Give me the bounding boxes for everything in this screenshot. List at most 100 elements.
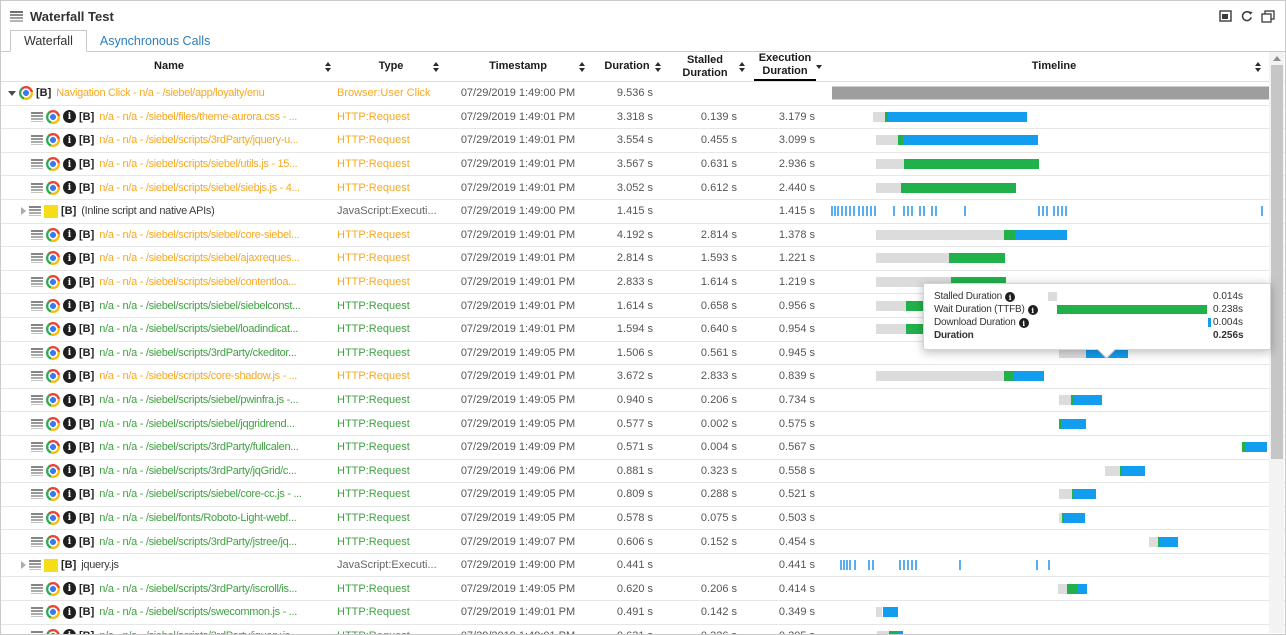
sort-icon[interactable] — [325, 62, 331, 72]
timeline-cell[interactable] — [823, 82, 1285, 105]
timeline-cell[interactable] — [823, 530, 1285, 553]
table-row[interactable]: [B] n/a - n/a - /siebel/scripts/3rdParty… — [1, 530, 1285, 554]
browser-badge: [B] — [79, 536, 94, 548]
row-name[interactable]: n/a - n/a - /siebel/scripts/3rdParty/jst… — [99, 536, 296, 548]
table-row[interactable]: [B] jquery.js JavaScript:Executi... 07/2… — [1, 554, 1285, 578]
sort-icon[interactable] — [433, 62, 439, 72]
timeline-bar-segment — [949, 253, 1005, 263]
tab-asynchronous-calls[interactable]: Asynchronous Calls — [87, 31, 223, 51]
column-header-duration[interactable]: Duration — [591, 52, 663, 81]
table-row[interactable]: [B] n/a - n/a - /siebel/scripts/siebel/u… — [1, 153, 1285, 177]
row-name[interactable]: n/a - n/a - /siebel/scripts/siebel/jqgri… — [99, 418, 294, 430]
table-row[interactable]: [B] n/a - n/a - /siebel/files/theme-auro… — [1, 106, 1285, 130]
column-header-timeline[interactable]: Timeline — [823, 52, 1285, 81]
row-execution-duration: 0.414 s — [747, 583, 823, 595]
table-row[interactable]: [B] n/a - n/a - /siebel/fonts/Roboto-Lig… — [1, 507, 1285, 531]
row-name[interactable]: (Inline script and native APIs) — [81, 205, 214, 217]
table-row[interactable]: [B] n/a - n/a - /siebel/scripts/siebel/c… — [1, 483, 1285, 507]
table-row[interactable]: [B] n/a - n/a - /siebel/scripts/core-sha… — [1, 365, 1285, 389]
timeline-cell[interactable] — [823, 577, 1285, 600]
table-row[interactable]: [B] n/a - n/a - /siebel/scripts/siebel/a… — [1, 247, 1285, 271]
table-row[interactable]: [B] n/a - n/a - /siebel/scripts/siebel/s… — [1, 176, 1285, 200]
row-name[interactable]: n/a - n/a - /siebel/scripts/3rdParty/cke… — [99, 347, 296, 359]
timeline-cell[interactable] — [823, 365, 1285, 388]
timeline-cell[interactable] — [823, 176, 1285, 199]
row-name[interactable]: n/a - n/a - /siebel/fonts/Roboto-Light-w… — [99, 512, 296, 524]
row-name[interactable]: n/a - n/a - /siebel/scripts/siebel/pwinf… — [99, 394, 298, 406]
row-name[interactable]: n/a - n/a - /siebel/scripts/3rdParty/isc… — [99, 583, 297, 595]
row-name[interactable]: n/a - n/a - /siebel/scripts/swecommon.js… — [99, 606, 297, 618]
expand-icon[interactable] — [21, 561, 26, 569]
chrome-browser-icon — [46, 605, 60, 619]
timeline-cell[interactable] — [823, 483, 1285, 506]
sort-icon[interactable] — [655, 62, 661, 72]
timeline-cell[interactable] — [823, 200, 1285, 223]
row-name[interactable]: n/a - n/a - /siebel/files/theme-aurora.c… — [99, 111, 297, 123]
info-icon — [1019, 318, 1029, 328]
row-name[interactable]: n/a - n/a - /siebel/scripts/3rdParty/jqu… — [99, 134, 298, 146]
table-row[interactable]: [B] n/a - n/a - /siebel/scripts/siebel/c… — [1, 224, 1285, 248]
row-name[interactable]: n/a - n/a - /siebel/scripts/siebel/ajaxr… — [99, 252, 299, 264]
row-name[interactable]: n/a - n/a - /siebel/scripts/siebel/conte… — [99, 276, 296, 288]
table-row[interactable]: [B] (Inline script and native APIs) Java… — [1, 200, 1285, 224]
sort-icon[interactable] — [579, 62, 585, 72]
column-header-type[interactable]: Type — [337, 52, 445, 81]
row-name[interactable]: n/a - n/a - /siebel/scripts/core-shadow.… — [99, 370, 297, 382]
scroll-up-arrow-icon[interactable] — [1273, 56, 1281, 61]
row-name[interactable]: n/a - n/a - /siebel/scripts/3rdParty/jqG… — [99, 465, 296, 477]
row-name[interactable]: n/a - n/a - /siebel/scripts/siebel/siebj… — [99, 182, 300, 194]
timeline-cell[interactable] — [823, 129, 1285, 152]
sort-desc-icon[interactable] — [816, 65, 822, 69]
tooltip-label: Wait Duration (TTFB) — [934, 304, 1048, 315]
row-name[interactable]: jquery.js — [81, 559, 118, 571]
table-row[interactable]: [B] n/a - n/a - /siebel/scripts/swecommo… — [1, 601, 1285, 625]
timeline-cell[interactable] — [823, 247, 1285, 270]
table-row[interactable]: [B] n/a - n/a - /siebel/scripts/siebel/p… — [1, 389, 1285, 413]
timeline-cell[interactable] — [823, 389, 1285, 412]
windows-icon[interactable] — [1261, 10, 1275, 23]
sort-icon[interactable] — [1255, 62, 1261, 72]
column-header-stalled-duration[interactable]: Stalled Duration — [663, 52, 747, 81]
screenshot-icon[interactable] — [1219, 10, 1233, 23]
timeline-cell[interactable] — [823, 460, 1285, 483]
timeline-tick — [959, 560, 961, 570]
chrome-browser-icon — [46, 393, 60, 407]
timeline-cell[interactable] — [823, 153, 1285, 176]
table-row[interactable]: [B] n/a - n/a - /siebel/scripts/siebel/j… — [1, 412, 1285, 436]
table-row[interactable]: [B] Navigation Click - n/a - /siebel/app… — [1, 82, 1285, 106]
timeline-cell[interactable] — [823, 436, 1285, 459]
column-header-execution-duration[interactable]: Execution Duration — [747, 52, 823, 81]
row-timestamp: 07/29/2019 1:49:09 PM — [445, 441, 591, 453]
row-name[interactable]: n/a - n/a - /siebel/scripts/siebel/siebe… — [99, 300, 300, 312]
request-stack-icon — [31, 607, 43, 617]
row-name[interactable]: n/a - n/a - /siebel/scripts/siebel/core-… — [99, 488, 301, 500]
column-header-name[interactable]: Name — [1, 52, 337, 81]
timeline-cell[interactable] — [823, 224, 1285, 247]
row-name[interactable]: n/a - n/a - /siebel/scripts/siebel/loadi… — [99, 323, 298, 335]
expand-icon[interactable] — [21, 207, 26, 215]
table-row[interactable]: [B] n/a - n/a - /siebel/scripts/3rdParty… — [1, 129, 1285, 153]
row-name[interactable]: Navigation Click - n/a - /siebel/app/loy… — [56, 87, 264, 99]
row-name[interactable]: n/a - n/a - /siebel/scripts/siebel/core-… — [99, 229, 299, 241]
table-row[interactable]: [B] n/a - n/a - /siebel/scripts/3rdParty… — [1, 625, 1285, 635]
timeline-cell[interactable] — [823, 625, 1285, 635]
row-name[interactable]: n/a - n/a - /siebel/scripts/3rdParty/ful… — [99, 441, 298, 453]
table-row[interactable]: [B] n/a - n/a - /siebel/scripts/3rdParty… — [1, 436, 1285, 460]
timeline-cell[interactable] — [823, 554, 1285, 577]
row-duration: 0.441 s — [591, 559, 663, 571]
timeline-cell[interactable] — [823, 507, 1285, 530]
collapse-icon[interactable] — [8, 91, 16, 96]
refresh-icon[interactable] — [1240, 10, 1254, 23]
table-row[interactable]: [B] n/a - n/a - /siebel/scripts/3rdParty… — [1, 577, 1285, 601]
column-header-timestamp[interactable]: Timestamp — [445, 52, 591, 81]
timeline-cell[interactable] — [823, 106, 1285, 129]
table-row[interactable]: [B] n/a - n/a - /siebel/scripts/3rdParty… — [1, 460, 1285, 484]
scrollbar-thumb[interactable] — [1271, 65, 1283, 459]
tab-waterfall[interactable]: Waterfall — [10, 30, 87, 52]
timeline-cell[interactable] — [823, 601, 1285, 624]
timeline-cell[interactable] — [823, 412, 1285, 435]
vertical-scrollbar[interactable] — [1269, 52, 1284, 633]
sort-icon[interactable] — [739, 62, 745, 72]
row-name[interactable]: n/a - n/a - /siebel/scripts/siebel/utils… — [99, 158, 297, 170]
row-name[interactable]: n/a - n/a - /siebel/scripts/3rdParty/jqu… — [99, 630, 290, 635]
